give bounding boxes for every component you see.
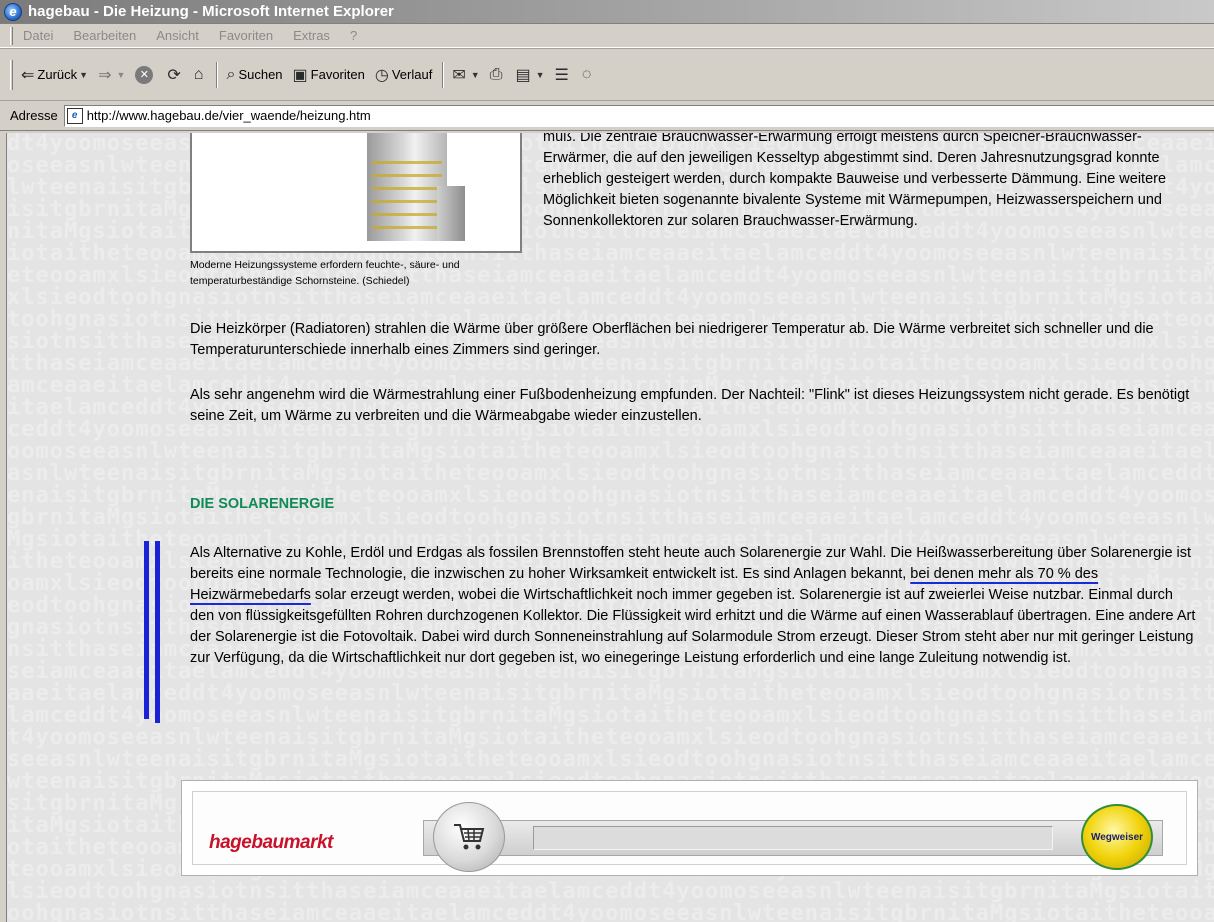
back-arrow-icon: ⇐ xyxy=(21,66,35,84)
image-caption: Moderne Heizungssysteme erfordern feucht… xyxy=(190,259,460,287)
chimney-bands-graphic xyxy=(372,151,442,237)
discuss-icon: ☰ xyxy=(554,66,569,84)
paragraph-radiators: Die Heizkörper (Radiatoren) strahlen die… xyxy=(190,321,1154,358)
favorites-icon: ▣ xyxy=(292,66,308,84)
annotation-bar-left xyxy=(144,541,149,719)
menu-bearbeiten[interactable]: Bearbeiten xyxy=(73,28,136,43)
mail-button[interactable]: ✉ ▼ xyxy=(452,62,479,88)
page-icon: e xyxy=(66,107,83,124)
chevron-down-icon[interactable]: ▼ xyxy=(471,70,480,80)
menu-favoriten[interactable]: Favoriten xyxy=(219,28,273,43)
title-bar: e hagebau - Die Heizung - Microsoft Inte… xyxy=(0,0,1214,24)
favorites-button[interactable]: ▣ Favoriten xyxy=(293,62,365,88)
address-input[interactable]: e http://www.hagebau.de/vier_waende/heiz… xyxy=(63,104,1214,127)
back-label: Zurück xyxy=(37,67,78,82)
history-icon: ◷ xyxy=(374,66,389,84)
edit-button[interactable]: ▤ ▼ xyxy=(515,62,544,88)
forward-arrow-icon: ⇒ xyxy=(98,66,112,84)
messenger-icon: ◌ xyxy=(581,65,592,83)
toolbar-grip xyxy=(10,59,13,90)
window-title: hagebau - Die Heizung - Microsoft Intern… xyxy=(28,3,394,20)
refresh-icon: ⟳ xyxy=(167,66,181,84)
favorites-label: Favoriten xyxy=(310,67,365,82)
toolbar-separator xyxy=(216,61,219,88)
paragraph-floor-heating: Als sehr angenehm wird die Wärmestrahlun… xyxy=(190,387,1190,424)
chimney-image xyxy=(190,133,522,253)
chevron-down-icon[interactable]: ▼ xyxy=(116,70,125,80)
search-button[interactable]: ⌕ Suchen xyxy=(226,62,282,88)
forward-button[interactable]: ⇒ ▼ xyxy=(98,62,125,88)
banner-search-slot[interactable] xyxy=(533,826,1053,850)
wegweiser-label: Wegweiser xyxy=(1090,831,1144,843)
stop-icon: ✕ xyxy=(135,65,154,84)
address-bar: Adresse e http://www.hagebau.de/vier_wae… xyxy=(0,101,1214,131)
brand-logo[interactable]: hagebaumarkt xyxy=(209,832,333,854)
menu-datei[interactable]: Datei xyxy=(23,28,53,43)
search-icon: ⌕ xyxy=(226,65,236,83)
edit-icon: ▤ xyxy=(515,66,531,84)
toolbar: ⇐ Zurück ▼ ⇒ ▼ ✕ ⟳ ⌂ ⌕ Suchen ▣ Favorite… xyxy=(0,49,1214,101)
menu-bar: Datei Bearbeiten Ansicht Favoriten Extra… xyxy=(0,24,1214,48)
ie-icon: e xyxy=(4,2,22,21)
toolbar-separator xyxy=(442,61,445,88)
discuss-button[interactable]: ☰ xyxy=(555,62,572,88)
paragraph-solar: Als Alternative zu Kohle, Erdöl und Erdg… xyxy=(190,543,1200,669)
annotation-bar-right xyxy=(155,541,160,723)
history-button[interactable]: ◷ Verlauf xyxy=(375,62,432,88)
wegweiser-button[interactable]: Wegweiser xyxy=(1081,804,1153,870)
print-button[interactable]: ⎙ xyxy=(490,62,506,88)
paragraph-hot-water: muß. Die zentrale Brauchwasser-Erwärmung… xyxy=(543,133,1167,229)
section-title-solar: DIE SOLARENERGIE xyxy=(190,496,335,512)
stop-button[interactable]: ✕ xyxy=(135,62,157,88)
refresh-button[interactable]: ⟳ xyxy=(167,62,183,88)
menu-help[interactable]: ? xyxy=(350,28,357,43)
mail-icon: ✉ xyxy=(452,66,466,84)
messenger-button[interactable]: ◌ xyxy=(582,62,595,88)
cart-button[interactable] xyxy=(433,802,505,872)
banner-frame: hagebaumarkt Wegweiser xyxy=(192,791,1187,872)
menu-ansicht[interactable]: Ansicht xyxy=(156,28,199,43)
chimney-side-graphic xyxy=(437,186,465,241)
page-viewport[interactable]: dt4yoomoseeasnlwteenaisitgbrnitaMgsiotai… xyxy=(6,133,1214,922)
search-label: Suchen xyxy=(238,67,283,82)
chevron-down-icon[interactable]: ▼ xyxy=(536,70,545,80)
address-url[interactable]: http://www.hagebau.de/vier_waende/heizun… xyxy=(87,108,371,123)
page-content: Moderne Heizungssysteme erfordern feucht… xyxy=(7,133,1214,922)
print-icon: ⎙ xyxy=(489,65,503,83)
address-label: Adresse xyxy=(10,108,58,123)
home-icon: ⌂ xyxy=(193,65,204,83)
solar-text-rest: solar erzeugt werden, wobei die Wirtscha… xyxy=(190,587,1196,666)
menu-extras[interactable]: Extras xyxy=(293,28,330,43)
menu-grip xyxy=(10,26,13,45)
history-label: Verlauf xyxy=(391,67,433,82)
home-button[interactable]: ⌂ xyxy=(194,62,207,88)
back-button[interactable]: ⇐ Zurück ▼ xyxy=(21,62,88,88)
cart-icon xyxy=(454,824,485,850)
hagebaumarkt-banner: hagebaumarkt Wegweiser xyxy=(181,780,1198,876)
chevron-down-icon[interactable]: ▼ xyxy=(79,70,88,80)
